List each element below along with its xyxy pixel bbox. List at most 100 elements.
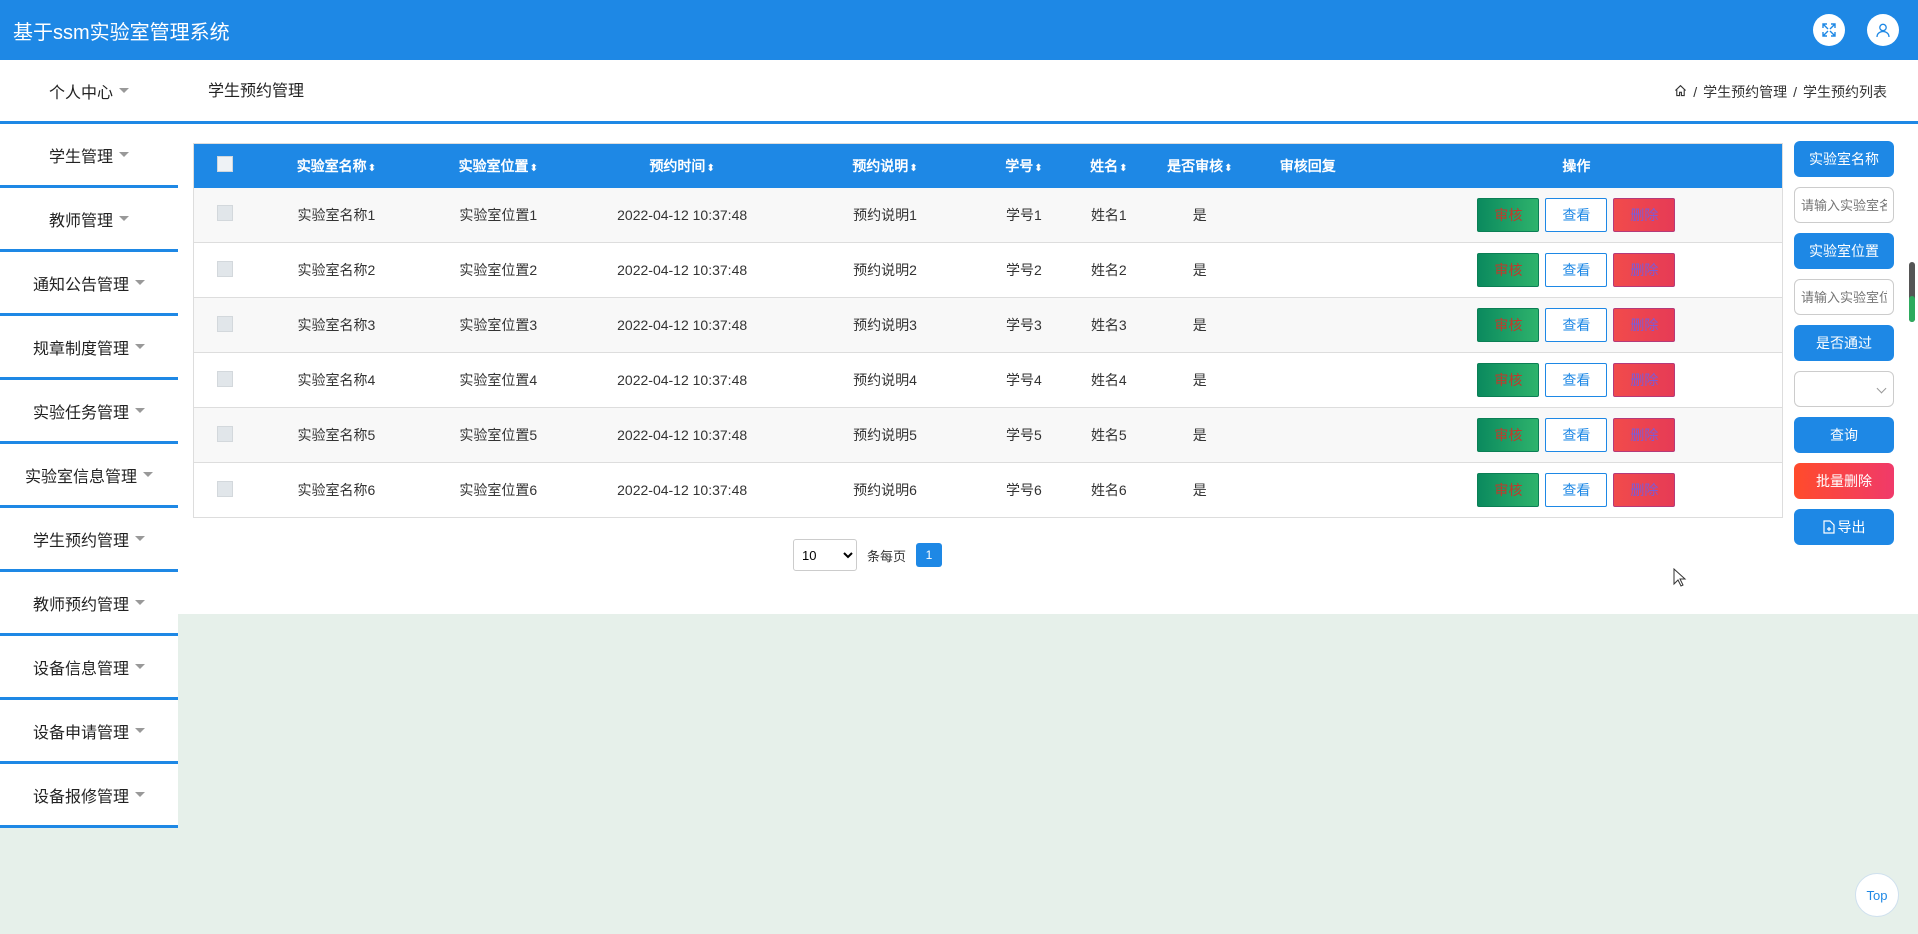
audit-button[interactable]: 审核 <box>1477 308 1540 342</box>
cell-lab-location: 实验室位置3 <box>459 317 538 333</box>
select-all-cell <box>194 144 256 188</box>
app-title: 基于ssm实验室管理系统 <box>13 21 230 44</box>
breadcrumb-item: 学生预约列表 <box>1803 84 1887 100</box>
sort-icon: ⬍ <box>1224 162 1233 174</box>
sidebar-item-student-bookings[interactable]: 学生预约管理 <box>0 508 178 572</box>
cell-reply <box>1245 353 1371 408</box>
select-all-checkbox[interactable] <box>216 156 233 173</box>
view-button[interactable]: 查看 <box>1545 363 1608 397</box>
cell-lab-name: 实验室名称2 <box>297 262 376 278</box>
view-button[interactable]: 查看 <box>1545 473 1608 507</box>
cell-student-id: 学号3 <box>1006 317 1042 333</box>
delete-button[interactable]: 删除 <box>1613 253 1676 287</box>
audit-button[interactable]: 审核 <box>1477 418 1540 452</box>
audit-button[interactable]: 审核 <box>1477 473 1540 507</box>
cell-actions: 审核 查看 删除 <box>1371 188 1783 243</box>
row-checkbox[interactable] <box>216 370 233 387</box>
sidebar-item-labs[interactable]: 实验室信息管理 <box>0 444 178 508</box>
sidebar-item-profile[interactable]: 个人中心 <box>0 60 178 124</box>
cell-actions: 审核 查看 删除 <box>1371 243 1783 298</box>
lab-name-input[interactable] <box>1794 187 1894 223</box>
query-button[interactable]: 查询 <box>1794 417 1894 453</box>
cell-audited: 是 <box>1192 372 1207 388</box>
delete-button[interactable]: 删除 <box>1613 473 1676 507</box>
passed-label: 是否通过 <box>1794 325 1894 361</box>
delete-button[interactable]: 删除 <box>1613 418 1676 452</box>
export-button[interactable]: 导出 <box>1794 509 1894 545</box>
view-button[interactable]: 查看 <box>1545 197 1608 232</box>
column-header[interactable]: 实验室位置⬍ <box>417 144 579 188</box>
audit-button[interactable]: 审核 <box>1477 197 1540 232</box>
cell-time: 2022-04-12 10:37:48 <box>617 206 748 223</box>
chevron-down-icon <box>135 344 145 349</box>
column-header[interactable]: 学号⬍ <box>985 144 1063 188</box>
row-checkbox[interactable] <box>216 205 233 222</box>
delete-button[interactable]: 删除 <box>1613 197 1676 232</box>
audit-button[interactable]: 审核 <box>1477 363 1540 397</box>
breadcrumb-item[interactable]: 学生预约管理 <box>1703 60 1787 124</box>
breadcrumb: / 学生预约管理 / 学生预约列表 <box>1674 60 1887 124</box>
cell-student-name: 姓名1 <box>1090 206 1127 223</box>
row-checkbox[interactable] <box>216 480 233 497</box>
cell-lab-name: 实验室名称6 <box>297 482 376 498</box>
page-title: 学生预约管理 <box>208 83 305 100</box>
cell-student-name: 姓名2 <box>1090 262 1127 278</box>
column-header[interactable]: 实验室名称⬍ <box>255 144 417 188</box>
row-checkbox[interactable] <box>216 260 233 277</box>
column-header[interactable]: 预约说明⬍ <box>785 144 985 188</box>
sidebar-item-teacher-bookings[interactable]: 教师预约管理 <box>0 572 178 636</box>
batch-delete-button[interactable]: 批量删除 <box>1794 463 1894 499</box>
sidebar-item-teachers[interactable]: 教师管理 <box>0 188 178 252</box>
sidebar-item-label: 通知公告管理 <box>32 276 129 294</box>
sidebar-item-label: 教师预约管理 <box>32 596 129 614</box>
page-size-select[interactable]: 10 <box>793 539 857 571</box>
breadcrumb-sep: / <box>1693 84 1698 100</box>
table-row: 实验室名称4 实验室位置4 2022-04-12 10:37:48 预约说明4 … <box>193 352 1783 408</box>
cell-audited: 是 <box>1192 427 1207 443</box>
cell-desc: 预约说明3 <box>853 317 917 333</box>
cell-actions: 审核 查看 删除 <box>1371 353 1783 408</box>
cell-audited: 是 <box>1192 317 1207 333</box>
passed-select[interactable] <box>1794 371 1894 407</box>
sidebar-item-notices[interactable]: 通知公告管理 <box>0 252 178 316</box>
cell-time: 2022-04-12 10:37:48 <box>617 317 748 333</box>
export-label: 导出 <box>1837 519 1866 535</box>
expand-icon[interactable] <box>1813 14 1845 46</box>
view-button[interactable]: 查看 <box>1545 253 1608 287</box>
sidebar-item-devices[interactable]: 设备信息管理 <box>0 636 178 700</box>
sort-icon: ⬍ <box>529 162 538 174</box>
delete-button[interactable]: 删除 <box>1613 363 1676 397</box>
cell-audited: 是 <box>1192 482 1207 498</box>
cell-desc: 预约说明5 <box>853 427 917 443</box>
user-icon[interactable] <box>1867 14 1899 46</box>
sidebar-item-label: 规章制度管理 <box>32 340 129 358</box>
audit-button[interactable]: 审核 <box>1477 253 1540 287</box>
home-icon[interactable] <box>1674 60 1687 124</box>
column-header[interactable]: 是否审核⬍ <box>1155 144 1245 188</box>
column-header[interactable]: 预约时间⬍ <box>579 144 785 188</box>
breadcrumb-sep: / <box>1793 84 1797 100</box>
cell-actions: 审核 查看 删除 <box>1371 298 1783 353</box>
page-number[interactable]: 1 <box>916 543 943 567</box>
row-checkbox[interactable] <box>216 425 233 442</box>
cell-student-name: 姓名3 <box>1090 317 1127 333</box>
sidebar-item-label: 设备申请管理 <box>32 724 129 742</box>
back-to-top-button[interactable]: Top <box>1855 873 1899 917</box>
lab-location-input[interactable] <box>1794 279 1894 315</box>
sort-icon: ⬍ <box>909 162 918 174</box>
cell-student-id: 学号1 <box>1006 206 1042 223</box>
cell-student-name: 姓名5 <box>1090 427 1127 443</box>
sidebar-item-rules[interactable]: 规章制度管理 <box>0 316 178 380</box>
sidebar-item-device-requests[interactable]: 设备申请管理 <box>0 700 178 764</box>
delete-button[interactable]: 删除 <box>1613 308 1676 342</box>
cell-desc: 预约说明6 <box>853 482 917 498</box>
sidebar-item-students[interactable]: 学生管理 <box>0 124 178 188</box>
row-checkbox[interactable] <box>216 315 233 332</box>
sidebar-item-tasks[interactable]: 实验任务管理 <box>0 380 178 444</box>
view-button[interactable]: 查看 <box>1545 308 1608 342</box>
column-header[interactable]: 姓名⬍ <box>1063 144 1155 188</box>
sidebar-item-device-repairs[interactable]: 设备报修管理 <box>0 764 178 828</box>
scrollbar-thumb[interactable] <box>1909 296 1915 322</box>
chevron-down-icon <box>135 600 145 605</box>
view-button[interactable]: 查看 <box>1545 418 1608 452</box>
